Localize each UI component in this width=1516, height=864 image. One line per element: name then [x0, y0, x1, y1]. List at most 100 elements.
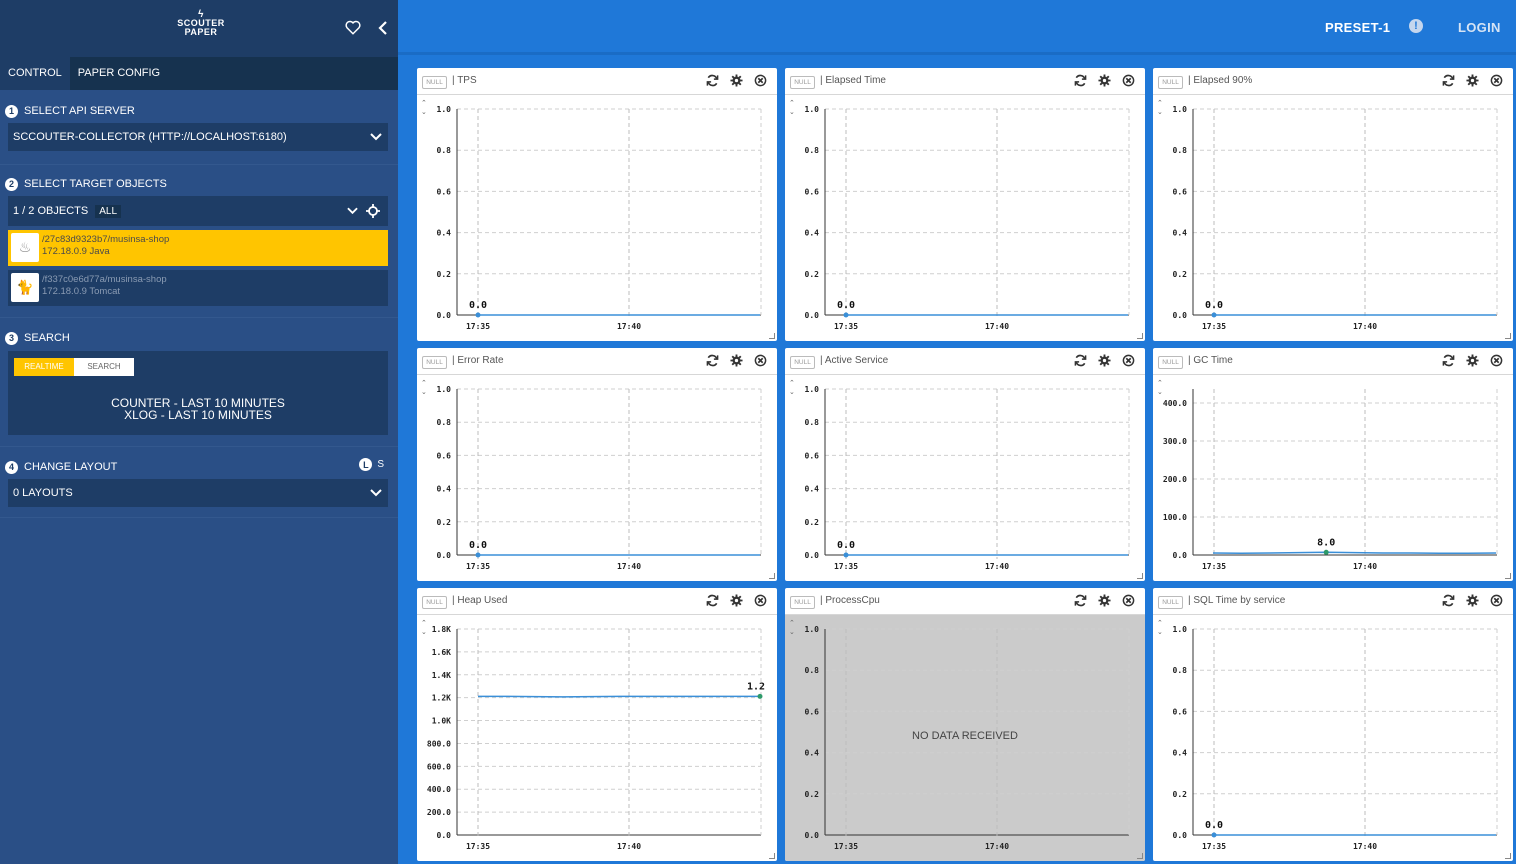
resize-handle[interactable] [1137, 853, 1143, 859]
zoom-arrows-icon[interactable]: ⌃ [421, 619, 427, 627]
realtime-toggle[interactable]: REALTIME [14, 358, 74, 376]
load-layout-button[interactable]: L [359, 458, 373, 471]
resize-handle[interactable] [1505, 573, 1511, 579]
chevron-down-icon[interactable] [347, 206, 358, 216]
api-server-value: SCCOUTER-COLLECTOR (HTTP://LOCALHOST:618… [13, 131, 287, 143]
zoom-arrows-icon[interactable]: ⌄ [789, 629, 795, 636]
zoom-arrows-icon[interactable]: ⌃ [789, 379, 795, 387]
data-label: 1.2 [747, 681, 765, 692]
heart-icon[interactable] [344, 18, 362, 36]
zoom-arrows-icon[interactable]: ⌄ [1157, 629, 1163, 636]
x-tick-label: 17:40 [1353, 322, 1377, 331]
y-tick-label: 0.8 [437, 418, 452, 427]
gear-icon[interactable] [730, 74, 743, 87]
zoom-arrows-icon[interactable]: ⌄ [789, 389, 795, 396]
gear-icon[interactable] [1098, 354, 1111, 367]
search-toggle[interactable]: SEARCH [74, 358, 134, 376]
gear-icon[interactable] [730, 354, 743, 367]
close-circle-icon[interactable] [1122, 354, 1135, 367]
refresh-icon[interactable] [1074, 74, 1087, 87]
resize-handle[interactable] [1137, 573, 1143, 579]
section-title: CHANGE LAYOUT [24, 461, 118, 473]
info-icon[interactable]: ! [1409, 19, 1423, 33]
zoom-arrows-icon[interactable]: ⌄ [421, 389, 427, 396]
y-tick-label: 0.4 [1173, 229, 1188, 238]
refresh-icon[interactable] [1442, 74, 1455, 87]
objects-selector[interactable]: 1 / 2 OBJECTS ALL [8, 196, 388, 226]
object-path: /27c83d9323b7/musinsa-shop [42, 234, 170, 245]
refresh-icon[interactable] [1442, 354, 1455, 367]
refresh-icon[interactable] [706, 354, 719, 367]
close-circle-icon[interactable] [754, 354, 767, 367]
y-tick-label: 0.8 [1173, 146, 1188, 155]
panel-title: | Heap Used [452, 595, 508, 606]
refresh-icon[interactable] [1074, 354, 1087, 367]
zoom-arrows-icon[interactable]: ⌄ [789, 109, 795, 116]
zoom-arrows-icon[interactable]: ⌃ [1157, 99, 1163, 107]
gear-icon[interactable] [1098, 594, 1111, 607]
resize-handle[interactable] [1137, 333, 1143, 339]
refresh-icon[interactable] [706, 594, 719, 607]
zoom-arrows-icon[interactable]: ⌃ [1157, 619, 1163, 627]
object-item-selected[interactable]: ♨ /27c83d9323b7/musinsa-shop 172.18.0.9 … [8, 230, 388, 266]
close-circle-icon[interactable] [754, 74, 767, 87]
preset-name[interactable]: PRESET-1 [1325, 20, 1390, 35]
data-point[interactable] [1211, 312, 1217, 318]
resize-handle[interactable] [769, 573, 775, 579]
tab-paper-config[interactable]: PAPER CONFIG [70, 57, 168, 90]
null-badge: NULL [790, 76, 815, 89]
scouter-paper-logo[interactable]: ϟ SCOUTER PAPER [173, 10, 229, 37]
resize-handle[interactable] [1505, 853, 1511, 859]
zoom-arrows-icon[interactable]: ⌄ [1157, 109, 1163, 116]
close-circle-icon[interactable] [754, 594, 767, 607]
collapse-sidebar-icon[interactable] [376, 20, 390, 36]
x-tick-label: 17:40 [617, 562, 641, 571]
zoom-arrows-icon[interactable]: ⌃ [421, 99, 427, 107]
data-point[interactable] [1323, 549, 1329, 555]
close-circle-icon[interactable] [1122, 74, 1135, 87]
data-point[interactable] [1211, 832, 1217, 838]
gear-icon[interactable] [1466, 74, 1479, 87]
data-point[interactable] [475, 312, 481, 318]
object-item[interactable]: 🐈 /f337c0e6d77a/musinsa-shop 172.18.0.9 … [8, 270, 388, 306]
gear-icon[interactable] [1098, 74, 1111, 87]
divider [0, 446, 398, 447]
resize-handle[interactable] [1505, 333, 1511, 339]
zoom-arrows-icon[interactable]: ⌄ [1157, 389, 1163, 396]
gear-icon[interactable] [730, 594, 743, 607]
login-button[interactable]: LOGIN [1458, 20, 1501, 35]
layout-value: 0 LAYOUTS [13, 487, 73, 499]
zoom-arrows-icon[interactable]: ⌃ [1157, 379, 1163, 387]
y-tick-label: 0.6 [1173, 707, 1188, 716]
zoom-arrows-icon[interactable]: ⌄ [421, 109, 427, 116]
chart-svg: ⌃ ⌄ 1.0 0.8 0.6 0.4 0.2 0.0 17:35 17:40 0.0 [789, 99, 1130, 331]
data-point[interactable] [757, 693, 763, 699]
all-objects-button[interactable]: ALL [95, 205, 122, 218]
api-server-select[interactable]: SCCOUTER-COLLECTOR (HTTP://LOCALHOST:618… [8, 123, 388, 151]
data-point[interactable] [843, 552, 849, 558]
data-point[interactable] [475, 552, 481, 558]
search-mode-toggle[interactable]: REALTIME SEARCH [14, 358, 134, 376]
layout-select[interactable]: 0 LAYOUTS [8, 479, 388, 507]
resize-handle[interactable] [769, 853, 775, 859]
close-circle-icon[interactable] [1490, 594, 1503, 607]
zoom-arrows-icon[interactable]: ⌃ [421, 379, 427, 387]
close-circle-icon[interactable] [1490, 354, 1503, 367]
gear-icon[interactable] [1466, 354, 1479, 367]
resize-handle[interactable] [769, 333, 775, 339]
refresh-icon[interactable] [1074, 594, 1087, 607]
zoom-arrows-icon[interactable]: ⌃ [789, 99, 795, 107]
crosshair-icon[interactable] [366, 204, 380, 218]
zoom-arrows-icon[interactable]: ⌄ [421, 629, 427, 636]
close-circle-icon[interactable] [1122, 594, 1135, 607]
y-tick-label: 0.2 [805, 270, 820, 279]
gear-icon[interactable] [1466, 594, 1479, 607]
null-badge: NULL [422, 76, 447, 89]
tab-control[interactable]: CONTROL [0, 57, 70, 90]
refresh-icon[interactable] [1442, 594, 1455, 607]
data-point[interactable] [843, 312, 849, 318]
save-layout-button[interactable]: S [377, 459, 384, 470]
zoom-arrows-icon[interactable]: ⌃ [789, 619, 795, 627]
close-circle-icon[interactable] [1490, 74, 1503, 87]
refresh-icon[interactable] [706, 74, 719, 87]
